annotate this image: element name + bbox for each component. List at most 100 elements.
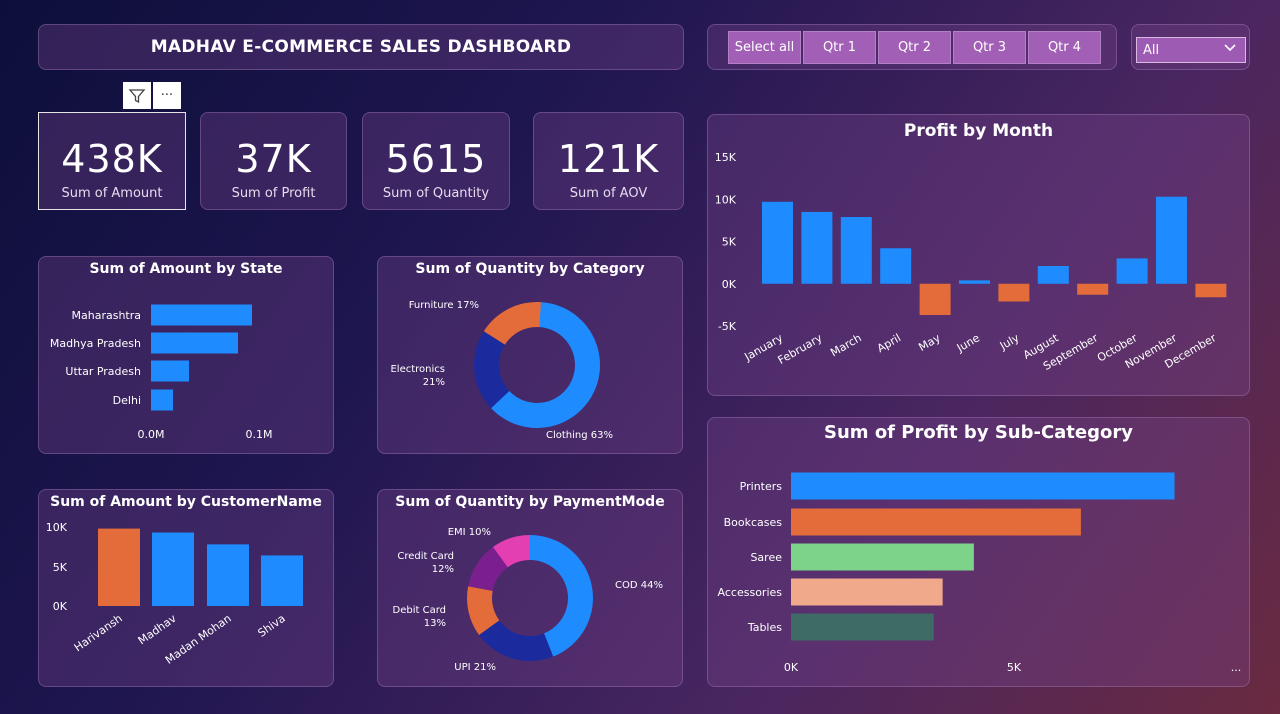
- kpi-amount[interactable]: 438K Sum of Amount: [38, 112, 186, 210]
- dropdown-value: All: [1143, 42, 1160, 58]
- category-label: May: [916, 331, 943, 354]
- category-chart-card[interactable]: Sum of Quantity by Category Clothing 63%…: [377, 256, 683, 454]
- bar: [762, 201, 793, 284]
- kpi-value: 37K: [235, 137, 312, 181]
- bar: [791, 613, 934, 641]
- slice-label: 12%: [432, 564, 454, 575]
- bar: [1077, 283, 1109, 295]
- tick-label: 5K: [53, 561, 68, 574]
- kpi-value: 5615: [385, 137, 487, 181]
- month-chart-card[interactable]: Profit by Month 15K 10K 5K 0K -5K January Febr…: [707, 114, 1250, 396]
- chevron-down-icon: [1223, 40, 1237, 58]
- kpi-label: Sum of AOV: [569, 186, 648, 201]
- more-options-icon[interactable]: ···: [153, 82, 181, 109]
- category-label: Shiva: [255, 612, 287, 640]
- bar: [151, 304, 252, 326]
- slice-label: Clothing 63%: [546, 430, 613, 441]
- tick-label: 0K: [53, 600, 68, 613]
- dropdown-card: All: [1131, 24, 1250, 70]
- category-label: Tables: [747, 621, 782, 634]
- dashboard-title: MADHAV E-COMMERCE SALES DASHBOARD: [150, 37, 572, 57]
- kpi-aov[interactable]: 121K Sum of AOV: [533, 112, 684, 210]
- state-bar-chart: Maharashtra Madhya Pradesh Uttar Pradesh De…: [50, 304, 273, 441]
- tick-label: 5K: [722, 236, 737, 249]
- bar: [207, 544, 249, 606]
- customer-chart-card[interactable]: Sum of Amount by CustomerName 10K 5K 0K Har…: [38, 489, 334, 687]
- quarter-slicer: Select all Qtr 1 Qtr 2 Qtr 3 Qtr 4: [707, 24, 1117, 70]
- kpi-quantity[interactable]: 5615 Sum of Quantity: [362, 112, 510, 210]
- tick-label: 5K: [1007, 661, 1022, 674]
- category-label: Accessories: [718, 586, 783, 599]
- bar: [791, 578, 943, 606]
- dashboard-title-card: MADHAV E-COMMERCE SALES DASHBOARD: [38, 24, 684, 70]
- slice-label: UPI 21%: [454, 662, 496, 673]
- bar: [998, 283, 1030, 302]
- customer-bar-chart: 10K5K0KHarivansh MadhavMadan Mohan Shiva: [46, 521, 303, 667]
- tick-label: -5K: [718, 320, 737, 333]
- filter-icon[interactable]: [123, 82, 151, 109]
- slice-label: COD 44%: [615, 580, 663, 591]
- category-label: Uttar Pradesh: [65, 365, 141, 378]
- payment-chart-card[interactable]: Sum of Quantity by PaymentMode COD 44% UP…: [377, 489, 683, 687]
- month-bar-chart: 15K10K5K0K-5KJanuaryFebruary March April Ma…: [715, 151, 1227, 373]
- state-chart-card[interactable]: Sum of Amount by State Maharashtra Madhya…: [38, 256, 334, 454]
- bar: [791, 543, 974, 571]
- kpi-value: 121K: [557, 137, 660, 181]
- category-label: June: [954, 331, 982, 355]
- bar: [98, 528, 140, 606]
- category-label: Madhav: [136, 612, 179, 648]
- tick-label: 0.1M: [246, 428, 273, 441]
- kpi-label: Sum of Profit: [231, 186, 316, 201]
- slicer-qtr2[interactable]: Qtr 2: [878, 31, 951, 64]
- slicer-select-all[interactable]: Select all: [728, 31, 801, 64]
- slicer-qtr1[interactable]: Qtr 1: [803, 31, 876, 64]
- category-label: July: [997, 331, 1022, 353]
- bar: [919, 283, 951, 316]
- tick-label: 10K: [715, 193, 737, 206]
- category-label: Maharashtra: [72, 309, 142, 322]
- kpi-label: Sum of Quantity: [382, 186, 490, 201]
- overflow-marker: ...: [1231, 661, 1242, 674]
- bar: [801, 211, 833, 284]
- bar: [1156, 196, 1187, 284]
- bar: [151, 389, 173, 411]
- kpi-value: 438K: [61, 137, 163, 181]
- slicer-qtr4[interactable]: Qtr 4: [1028, 31, 1101, 64]
- payment-donut-chart: COD 44% UPI 21% Debit Card 13% Credit Card 12…: [393, 527, 663, 673]
- bar: [1195, 283, 1227, 298]
- tick-label: 0K: [784, 661, 799, 674]
- tick-label: 15K: [715, 151, 737, 164]
- kpi-profit[interactable]: 37K Sum of Profit: [200, 112, 347, 210]
- category-label: Harivansh: [72, 612, 125, 655]
- slice-label: 21%: [423, 377, 445, 388]
- tick-label: 0K: [722, 278, 737, 291]
- subcategory-bar-chart: Printers Bookcases Saree Accessories Tables 0…: [718, 472, 1242, 674]
- slice-label: Electronics: [390, 364, 445, 375]
- slice-label: Credit Card: [397, 551, 454, 562]
- slice-label: Furniture 17%: [409, 300, 479, 311]
- category-label: Saree: [750, 551, 782, 564]
- slicer-qtr3[interactable]: Qtr 3: [953, 31, 1026, 64]
- category-label: April: [875, 331, 903, 355]
- bar: [791, 508, 1081, 536]
- subcategory-chart-card[interactable]: Sum of Profit by Sub-Category Printers Bo…: [707, 417, 1250, 687]
- tick-label: 0.0M: [138, 428, 165, 441]
- slice-label: Debit Card: [393, 605, 446, 616]
- category-label: Bookcases: [724, 516, 783, 529]
- bar: [151, 332, 238, 354]
- bar: [840, 216, 872, 284]
- category-label: Madhya Pradesh: [50, 337, 141, 350]
- bar: [151, 360, 189, 382]
- bar: [791, 472, 1175, 500]
- bar: [959, 280, 990, 284]
- slice-label: EMI 10%: [448, 527, 491, 538]
- category-label: Printers: [740, 480, 783, 493]
- category-label: March: [828, 331, 864, 359]
- bar: [152, 532, 194, 606]
- kpi-label: Sum of Amount: [61, 186, 163, 201]
- category-donut-chart: Clothing 63% Electronics 21% Furniture 17%: [390, 300, 613, 441]
- filter-dropdown[interactable]: All: [1136, 37, 1246, 63]
- slice-label: 13%: [424, 618, 446, 629]
- category-label: Delhi: [113, 394, 141, 407]
- visual-toolbar: ···: [123, 82, 181, 109]
